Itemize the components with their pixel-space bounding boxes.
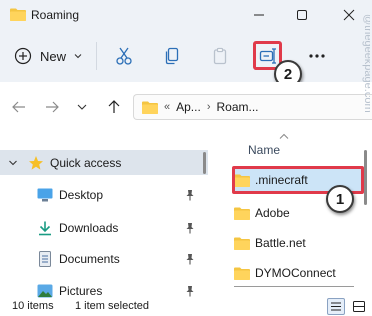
file-name: DYMOConnect	[255, 266, 336, 280]
folder-icon	[234, 267, 250, 280]
nav-item-desktop[interactable]: Desktop	[0, 182, 208, 207]
folder-icon	[142, 101, 158, 114]
up-button[interactable]	[103, 96, 125, 118]
picture-icon	[37, 284, 53, 297]
chevron-down-icon	[74, 54, 82, 59]
navigation-pane: Quick access Desktop Downloads Documents…	[0, 140, 208, 298]
title-bar: Roaming	[0, 0, 372, 30]
toolbar-divider	[96, 42, 97, 70]
pin-icon[interactable]	[185, 285, 195, 297]
folder-icon	[234, 207, 250, 220]
nav-label: Documents	[59, 251, 120, 266]
forward-button[interactable]	[41, 96, 63, 118]
chevron-down-icon	[77, 104, 87, 110]
nav-item-documents[interactable]: Documents	[0, 246, 208, 271]
nav-label: Pictures	[59, 283, 103, 298]
folder-icon	[234, 237, 250, 250]
breadcrumb-appdata[interactable]: Ap...	[176, 100, 201, 114]
file-name: Battle.net	[255, 236, 306, 250]
star-icon	[29, 155, 43, 170]
nav-label: Downloads	[59, 220, 119, 235]
new-button[interactable]: New	[14, 44, 84, 68]
watermark: @thegeekpage.com	[362, 14, 370, 113]
breadcrumb-roaming[interactable]: Roam...	[216, 100, 258, 114]
plus-circle-icon	[14, 47, 32, 65]
watermark-text: @thegeekpage.com	[362, 14, 370, 113]
scissors-icon	[116, 47, 132, 65]
back-button[interactable]	[8, 96, 30, 118]
pin-icon[interactable]	[185, 253, 195, 265]
file-name: Adobe	[255, 206, 290, 220]
pin-icon[interactable]	[185, 222, 195, 234]
new-button-label: New	[40, 48, 67, 64]
minimize-icon[interactable]	[247, 5, 271, 25]
name-column-header[interactable]: Name	[248, 143, 280, 157]
more-options-button[interactable]	[303, 42, 331, 70]
recent-locations-button[interactable]	[71, 96, 93, 118]
arrow-left-icon	[12, 101, 25, 113]
file-row-battle-net[interactable]: Battle.net	[234, 231, 364, 255]
maximize-icon[interactable]	[290, 5, 314, 25]
cut-button[interactable]	[110, 42, 138, 70]
callout-badge-1: 1	[326, 185, 354, 213]
navigation-row: « Ap... › Roam...	[0, 82, 372, 130]
file-list: Name .minecraft Adobe Battle.net DYMOCon…	[218, 130, 372, 298]
tiles-view-button[interactable]	[350, 298, 368, 315]
details-view-icon	[331, 302, 341, 311]
pin-icon[interactable]	[185, 189, 195, 201]
command-bar: New	[0, 30, 372, 82]
nav-item-quick-access[interactable]: Quick access	[0, 150, 208, 175]
chevron-right-icon[interactable]: ›	[207, 101, 211, 113]
address-bar[interactable]: « Ap... › Roam...	[133, 94, 372, 120]
download-icon	[39, 221, 51, 235]
folder-icon	[10, 8, 26, 21]
horizontal-scrollbar[interactable]	[234, 286, 354, 287]
window-title: Roaming	[31, 8, 80, 22]
ellipsis-icon	[309, 54, 325, 58]
item-count: 10 items	[12, 300, 54, 312]
document-icon	[39, 250, 51, 267]
clipboard-icon	[213, 47, 227, 65]
status-bar: 10 items 1 item selected	[0, 298, 372, 316]
copy-button[interactable]	[158, 42, 186, 70]
paste-button[interactable]	[206, 42, 234, 70]
file-row-dymoconnect[interactable]: DYMOConnect	[234, 261, 364, 285]
tiles-view-icon	[353, 301, 365, 312]
nav-label: Quick access	[50, 155, 122, 170]
desktop-icon	[37, 188, 53, 201]
navigation-pane-scrollbar[interactable]	[203, 152, 206, 174]
nav-item-downloads[interactable]: Downloads	[0, 215, 208, 240]
overflow-chevron-icon[interactable]: «	[164, 101, 170, 113]
details-view-button[interactable]	[327, 298, 345, 315]
copy-icon	[165, 47, 179, 65]
sort-chevron-up-icon	[279, 133, 289, 139]
arrow-up-icon	[108, 100, 120, 113]
arrow-right-icon	[46, 101, 59, 113]
nav-label: Desktop	[59, 187, 104, 202]
selection-count: 1 item selected	[75, 300, 149, 312]
chevron-down-icon[interactable]	[7, 157, 19, 169]
